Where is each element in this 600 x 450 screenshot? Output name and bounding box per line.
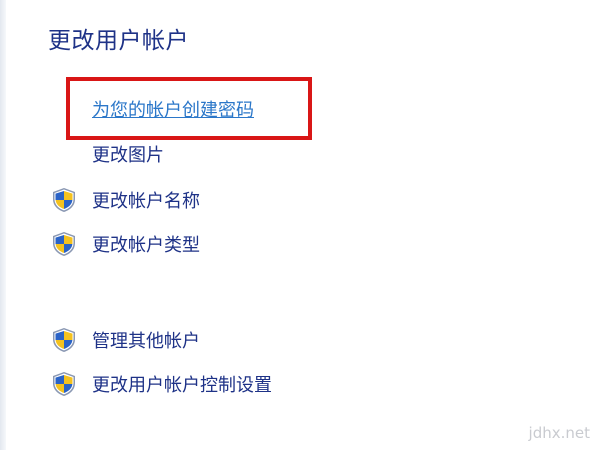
change-account-type-link[interactable]: 更改帐户类型 [50,230,200,258]
uac-shield-icon [50,370,78,398]
change-account-name-link[interactable]: 更改帐户名称 [50,186,200,214]
change-uac-settings-label: 更改用户帐户控制设置 [92,375,272,396]
uac-shield-icon [50,186,78,214]
window-left-edge [0,0,6,450]
change-uac-settings-link[interactable]: 更改用户帐户控制设置 [50,370,272,398]
manage-other-accounts-label: 管理其他帐户 [92,331,200,352]
watermark: jdhx.net [528,424,590,442]
uac-shield-icon [50,326,78,354]
uac-shield-icon [50,230,78,258]
manage-other-accounts-link[interactable]: 管理其他帐户 [50,326,200,354]
change-account-name-label: 更改帐户名称 [92,191,200,212]
page-title: 更改用户帐户 [48,28,189,54]
change-account-type-label: 更改帐户类型 [92,235,200,256]
change-picture-label: 更改图片 [92,145,164,166]
highlight-box [66,77,312,140]
change-picture-link[interactable]: 更改图片 [92,140,164,168]
